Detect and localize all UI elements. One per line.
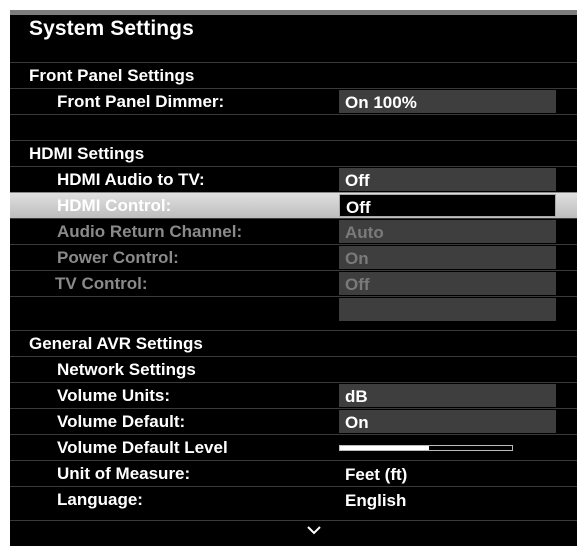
section-front-panel: Front Panel Settings	[10, 62, 577, 88]
volume-default-row[interactable]: Volume Default: On	[10, 408, 577, 434]
setting-label: HDMI Control:	[57, 196, 172, 215]
hdmi-control-value[interactable]: Off	[339, 194, 556, 217]
volume-default-level-row[interactable]: Volume Default Level	[10, 434, 577, 460]
section-label: Front Panel Settings	[29, 66, 195, 85]
language-row[interactable]: Language: English	[10, 486, 577, 512]
audio-return-channel-value: Auto	[339, 220, 556, 243]
setting-label: Volume Default:	[57, 412, 186, 431]
spacer-row	[10, 114, 577, 140]
setting-label: TV Control:	[55, 274, 148, 293]
setting-label: Volume Units:	[57, 386, 171, 405]
setting-label: Unit of Measure:	[57, 464, 191, 483]
network-settings-row[interactable]: Network Settings	[10, 356, 577, 382]
volume-units-row[interactable]: Volume Units: dB	[10, 382, 577, 408]
value-text: Off	[346, 198, 371, 217]
value-text: On	[345, 413, 369, 432]
title-bar-strip	[10, 10, 577, 15]
volume-units-value[interactable]: dB	[339, 384, 556, 407]
setting-label: Front Panel Dimmer:	[57, 92, 225, 111]
setting-label: HDMI Audio to TV:	[57, 170, 205, 189]
volume-level-fill	[340, 446, 430, 450]
value-text: On 100%	[345, 93, 417, 112]
setting-label: Audio Return Channel:	[57, 222, 243, 241]
value-text: Off	[345, 171, 370, 190]
section-hdmi: HDMI Settings	[10, 140, 577, 166]
tv-control-row: TV Control: Off	[10, 270, 577, 296]
front-panel-dimmer-value[interactable]: On 100%	[339, 90, 556, 113]
bottom-divider	[10, 520, 577, 521]
hdmi-control-row[interactable]: HDMI Control: Off	[10, 192, 577, 218]
tv-control-value: Off	[339, 272, 556, 295]
volume-level-slider[interactable]	[339, 445, 513, 451]
section-label: HDMI Settings	[29, 144, 145, 163]
hdmi-audio-to-tv-row[interactable]: HDMI Audio to TV: Off	[10, 166, 577, 192]
power-control-row: Power Control: On	[10, 244, 577, 270]
chevron-down-icon[interactable]	[306, 524, 322, 536]
value-text: dB	[345, 387, 368, 406]
page-title: System Settings	[29, 17, 194, 40]
power-control-value: On	[339, 246, 556, 269]
unit-of-measure-row[interactable]: Unit of Measure: Feet (ft)	[10, 460, 577, 486]
section-general: General AVR Settings	[10, 330, 577, 356]
language-value[interactable]: English	[339, 488, 556, 511]
value-text: Off	[345, 275, 370, 294]
value-text: Feet (ft)	[345, 465, 408, 484]
value-text: Auto	[345, 223, 384, 242]
empty-row	[10, 296, 577, 322]
section-label: General AVR Settings	[29, 334, 203, 353]
setting-label: Power Control:	[57, 248, 179, 267]
setting-label: Network Settings	[57, 360, 196, 379]
front-panel-dimmer-row[interactable]: Front Panel Dimmer: On 100%	[10, 88, 577, 114]
setting-label: Language:	[57, 490, 143, 509]
volume-default-value[interactable]: On	[339, 410, 556, 433]
settings-panel: System Settings Front Panel Settings Fro…	[10, 10, 577, 546]
value-text: English	[345, 491, 407, 510]
value-text: On	[345, 249, 369, 268]
setting-label: Volume Default Level	[57, 438, 228, 457]
empty-value-box	[339, 298, 556, 321]
hdmi-audio-to-tv-value[interactable]: Off	[339, 168, 556, 191]
unit-of-measure-value[interactable]: Feet (ft)	[339, 462, 556, 485]
audio-return-channel-row: Audio Return Channel: Auto	[10, 218, 577, 244]
